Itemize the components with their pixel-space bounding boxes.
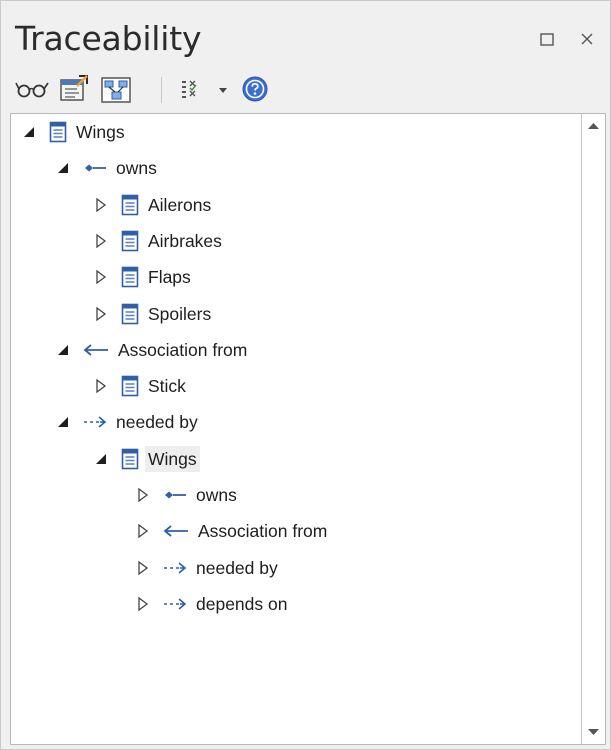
expanded-arrow-icon[interactable] <box>55 150 83 186</box>
requirement-icon <box>121 368 139 404</box>
restore-window-icon[interactable] <box>538 29 558 49</box>
tree-row[interactable]: Flaps <box>93 259 194 295</box>
composition-connector-icon <box>83 150 107 186</box>
dependency-arrow-icon <box>163 550 187 586</box>
collapsed-arrow-icon[interactable] <box>135 550 163 586</box>
tree-node-label: Association from <box>118 339 248 360</box>
requirement-icon <box>121 187 139 223</box>
scroll-up-icon[interactable] <box>582 114 605 140</box>
expanded-arrow-icon[interactable] <box>55 404 83 440</box>
tree-node-label: depends on <box>196 593 288 614</box>
tree-node-label: Stick <box>148 376 186 397</box>
association-arrow-icon <box>83 332 109 368</box>
collapsed-arrow-icon[interactable] <box>93 259 121 295</box>
dependency-arrow-icon <box>83 404 107 440</box>
window-title: Traceability <box>15 19 202 58</box>
scroll-down-icon[interactable] <box>582 718 605 744</box>
tree-node-label: Ailerons <box>148 194 212 215</box>
collapsed-arrow-icon[interactable] <box>93 296 121 332</box>
filter-list-icon[interactable] <box>177 73 205 105</box>
tree-row[interactable]: Spoilers <box>93 296 214 332</box>
composition-connector-icon <box>163 477 187 513</box>
requirement-icon <box>121 296 139 332</box>
tree-row[interactable]: needed by <box>135 550 281 586</box>
title-bar: Traceability <box>1 1 610 67</box>
tree-row[interactable]: Stick <box>93 368 189 404</box>
glasses-icon[interactable] <box>15 73 51 105</box>
requirement-icon <box>121 259 139 295</box>
requirement-icon <box>121 441 139 477</box>
tree-row[interactable]: Association from <box>135 513 330 549</box>
tree-node-label: Spoilers <box>148 303 212 324</box>
collapsed-arrow-icon[interactable] <box>135 513 163 549</box>
vertical-scrollbar[interactable] <box>581 114 605 744</box>
requirement-icon <box>121 223 139 259</box>
help-icon[interactable] <box>239 73 271 105</box>
tree-node-label: Association from <box>198 521 328 542</box>
dependency-arrow-icon <box>163 586 187 622</box>
tree-row[interactable]: Association from <box>55 332 250 368</box>
requirement-icon <box>49 114 67 150</box>
traceability-window: Traceability Wings owns Ailerons Airbrak… <box>0 0 611 750</box>
diagram-icon[interactable] <box>99 73 135 105</box>
tree-node-label: needed by <box>196 557 278 578</box>
tree-row[interactable]: Wings <box>21 114 128 150</box>
tree-node-label: owns <box>116 158 157 179</box>
traceability-tree[interactable]: Wings owns Ailerons Airbrakes Flaps Spoilers A… <box>10 113 606 745</box>
collapsed-arrow-icon[interactable] <box>135 586 163 622</box>
tree-row[interactable]: owns <box>135 477 240 513</box>
tree-node-label: Flaps <box>148 267 191 288</box>
expanded-arrow-icon[interactable] <box>93 441 121 477</box>
expanded-arrow-icon[interactable] <box>55 332 83 368</box>
tree-node-label: Wings <box>76 122 125 142</box>
tree-row[interactable]: needed by <box>55 404 201 440</box>
collapsed-arrow-icon[interactable] <box>93 368 121 404</box>
tree-node-label: needed by <box>116 412 198 433</box>
tree-row[interactable]: Ailerons <box>93 187 214 223</box>
locate-in-browser-icon[interactable] <box>57 73 91 105</box>
tree-node-label: Wings <box>145 445 200 472</box>
scrollbar-track[interactable] <box>582 140 605 718</box>
tree-node-label: owns <box>196 485 237 505</box>
collapsed-arrow-icon[interactable] <box>93 187 121 223</box>
collapsed-arrow-icon[interactable] <box>93 223 121 259</box>
tree-row[interactable]: depends on <box>135 586 290 622</box>
tree-row[interactable]: Wings <box>93 441 200 477</box>
toolbar-separator <box>161 77 162 103</box>
toolbar <box>1 67 610 113</box>
tree-row[interactable]: owns <box>55 150 160 186</box>
expanded-arrow-icon[interactable] <box>21 114 49 150</box>
collapsed-arrow-icon[interactable] <box>135 477 163 513</box>
close-icon[interactable] <box>578 29 598 49</box>
association-arrow-icon <box>163 513 189 549</box>
dropdown-arrow-icon[interactable] <box>213 73 233 105</box>
tree-row[interactable]: Airbrakes <box>93 223 225 259</box>
tree-node-label: Airbrakes <box>148 230 222 251</box>
